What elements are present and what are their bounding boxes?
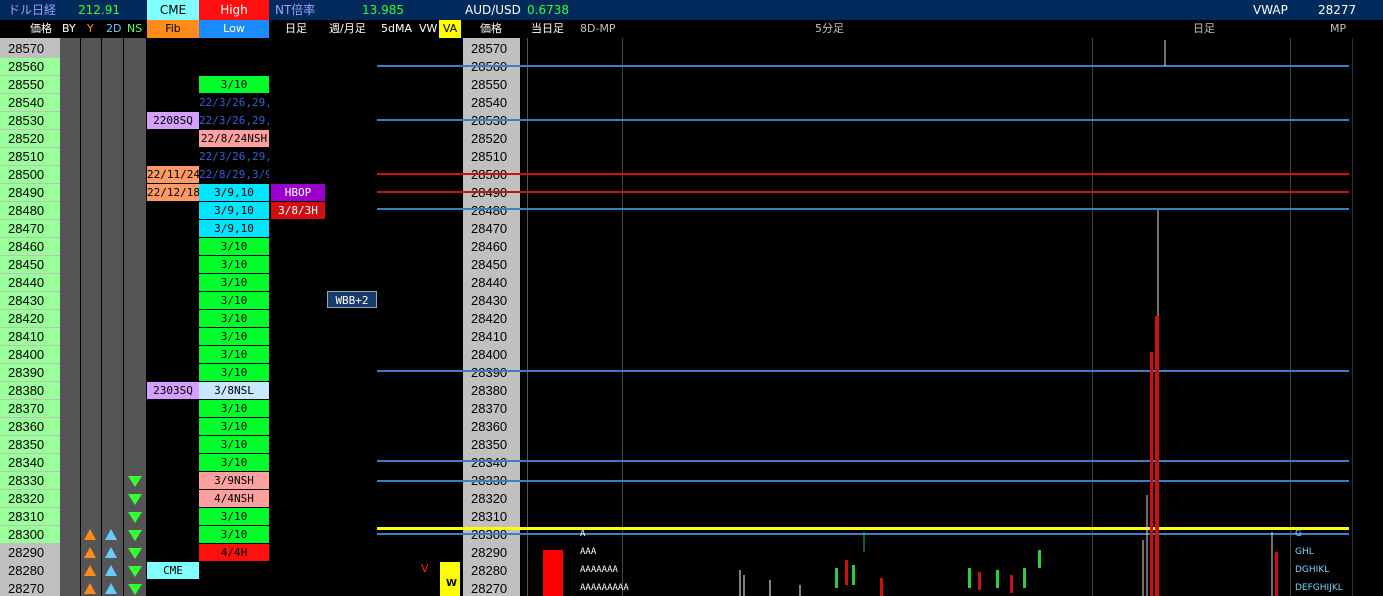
minute-candle — [996, 570, 999, 588]
price-chart-svg — [739, 40, 1278, 596]
daily-candle-body — [1275, 552, 1278, 596]
minute-candle — [1010, 575, 1013, 593]
daily-candle-body — [1150, 352, 1153, 596]
minute-candle — [978, 572, 981, 590]
daily-candle-body — [1155, 316, 1159, 596]
minute-candle — [1038, 550, 1041, 568]
minute-candle — [835, 568, 838, 588]
minute-candle — [845, 560, 848, 585]
minute-candle — [1023, 568, 1026, 588]
minute-candle — [852, 565, 855, 585]
minute-candle — [880, 578, 883, 596]
minute-candle — [968, 568, 971, 588]
chart-window: ドル日経 212.91 CME High NT倍率 13.985 AUD/USD… — [0, 0, 1383, 596]
